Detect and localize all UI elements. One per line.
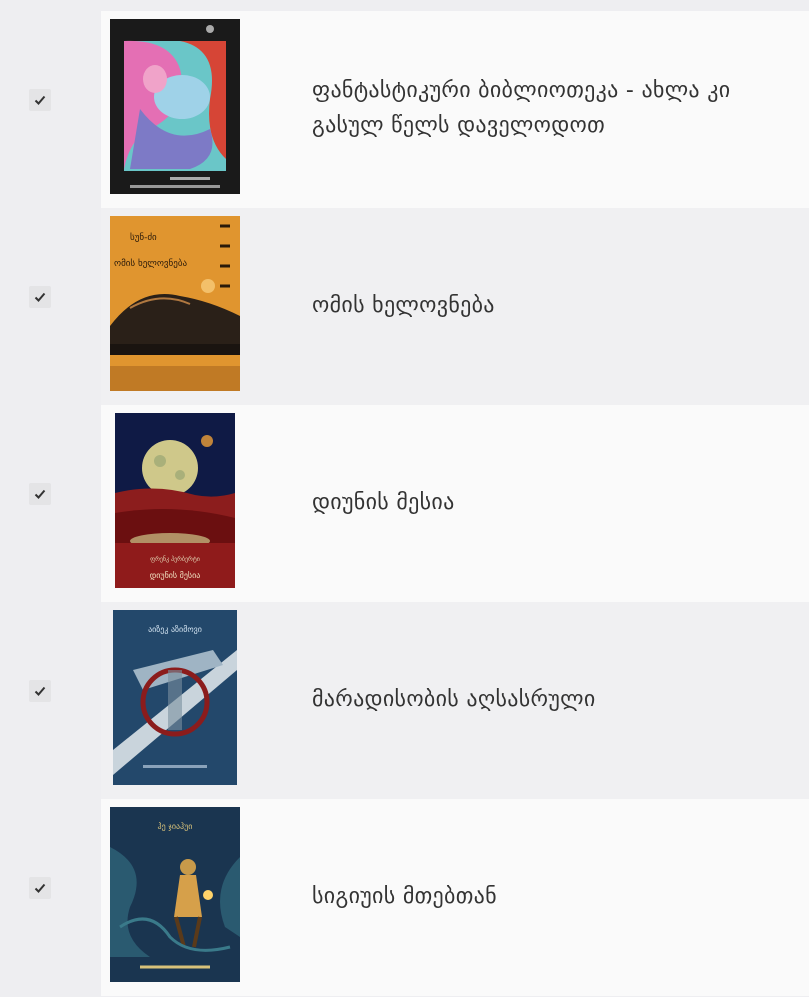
- book-title[interactable]: ომის ხელოვნება: [312, 288, 782, 323]
- checkbox[interactable]: [29, 286, 51, 308]
- check-icon: [34, 883, 46, 893]
- list-item[interactable]: ფრენკ ჰერბერტი დიუნის მესია დიუნის მესია: [0, 405, 809, 602]
- check-icon: [34, 489, 46, 499]
- book-cover[interactable]: აიზეკ აზიმოვი: [113, 610, 237, 785]
- book-title[interactable]: სიგიუის მთებთან: [312, 879, 782, 914]
- dune-messiah-cover-icon: ფრენკ ჰერბერტი დიუნის მესია: [115, 413, 235, 588]
- cover-author: სუნ-ძი: [130, 232, 157, 243]
- book-title[interactable]: ფანტასტიკური ბიბლიოთეკა - ახლა კი გასულ …: [312, 73, 782, 143]
- cover-title: ომის ხელოვნება: [114, 258, 187, 269]
- cover-author: ჰე ჯიაჰუი: [158, 821, 193, 831]
- book-title[interactable]: მარადისობის აღსასრული: [312, 682, 782, 717]
- sigiu-mountains-cover-icon: ჰე ჯიაჰუი: [110, 807, 240, 982]
- check-icon: [34, 292, 46, 302]
- list-item[interactable]: ჰე ჯიაჰუი სიგიუის მთებთან: [0, 799, 809, 996]
- book-cover[interactable]: ფრენკ ჰერბერტი დიუნის მესია: [115, 413, 235, 588]
- cover-author: აიზეკ აზიმოვი: [148, 624, 202, 634]
- book-cover[interactable]: ჰე ჯიაჰუი: [110, 807, 240, 982]
- checkbox[interactable]: [29, 483, 51, 505]
- art-of-war-cover-icon: სუნ-ძი ომის ხელოვნება: [110, 216, 240, 391]
- end-of-eternity-cover-icon: აიზეკ აზიმოვი: [113, 610, 237, 785]
- book-cover[interactable]: სუნ-ძი ომის ხელოვნება: [110, 216, 240, 391]
- check-icon: [34, 686, 46, 696]
- fantasy-library-cover-icon: [110, 19, 240, 194]
- book-cover[interactable]: [110, 19, 240, 194]
- cover-title: დიუნის მესია: [150, 570, 201, 580]
- book-title[interactable]: დიუნის მესია: [312, 485, 782, 520]
- checkbox[interactable]: [29, 89, 51, 111]
- book-list: ფანტასტიკური ბიბლიოთეკა - ახლა კი გასულ …: [0, 11, 809, 996]
- list-item[interactable]: ფანტასტიკური ბიბლიოთეკა - ახლა კი გასულ …: [0, 11, 809, 208]
- checkbox[interactable]: [29, 680, 51, 702]
- check-icon: [34, 95, 46, 105]
- list-item[interactable]: აიზეკ აზიმოვი მარადისობის აღსასრული: [0, 602, 809, 799]
- list-item[interactable]: სუნ-ძი ომის ხელოვნება ომის ხელოვნება: [0, 208, 809, 405]
- cover-author: ფრენკ ჰერბერტი: [150, 556, 200, 563]
- checkbox[interactable]: [29, 877, 51, 899]
